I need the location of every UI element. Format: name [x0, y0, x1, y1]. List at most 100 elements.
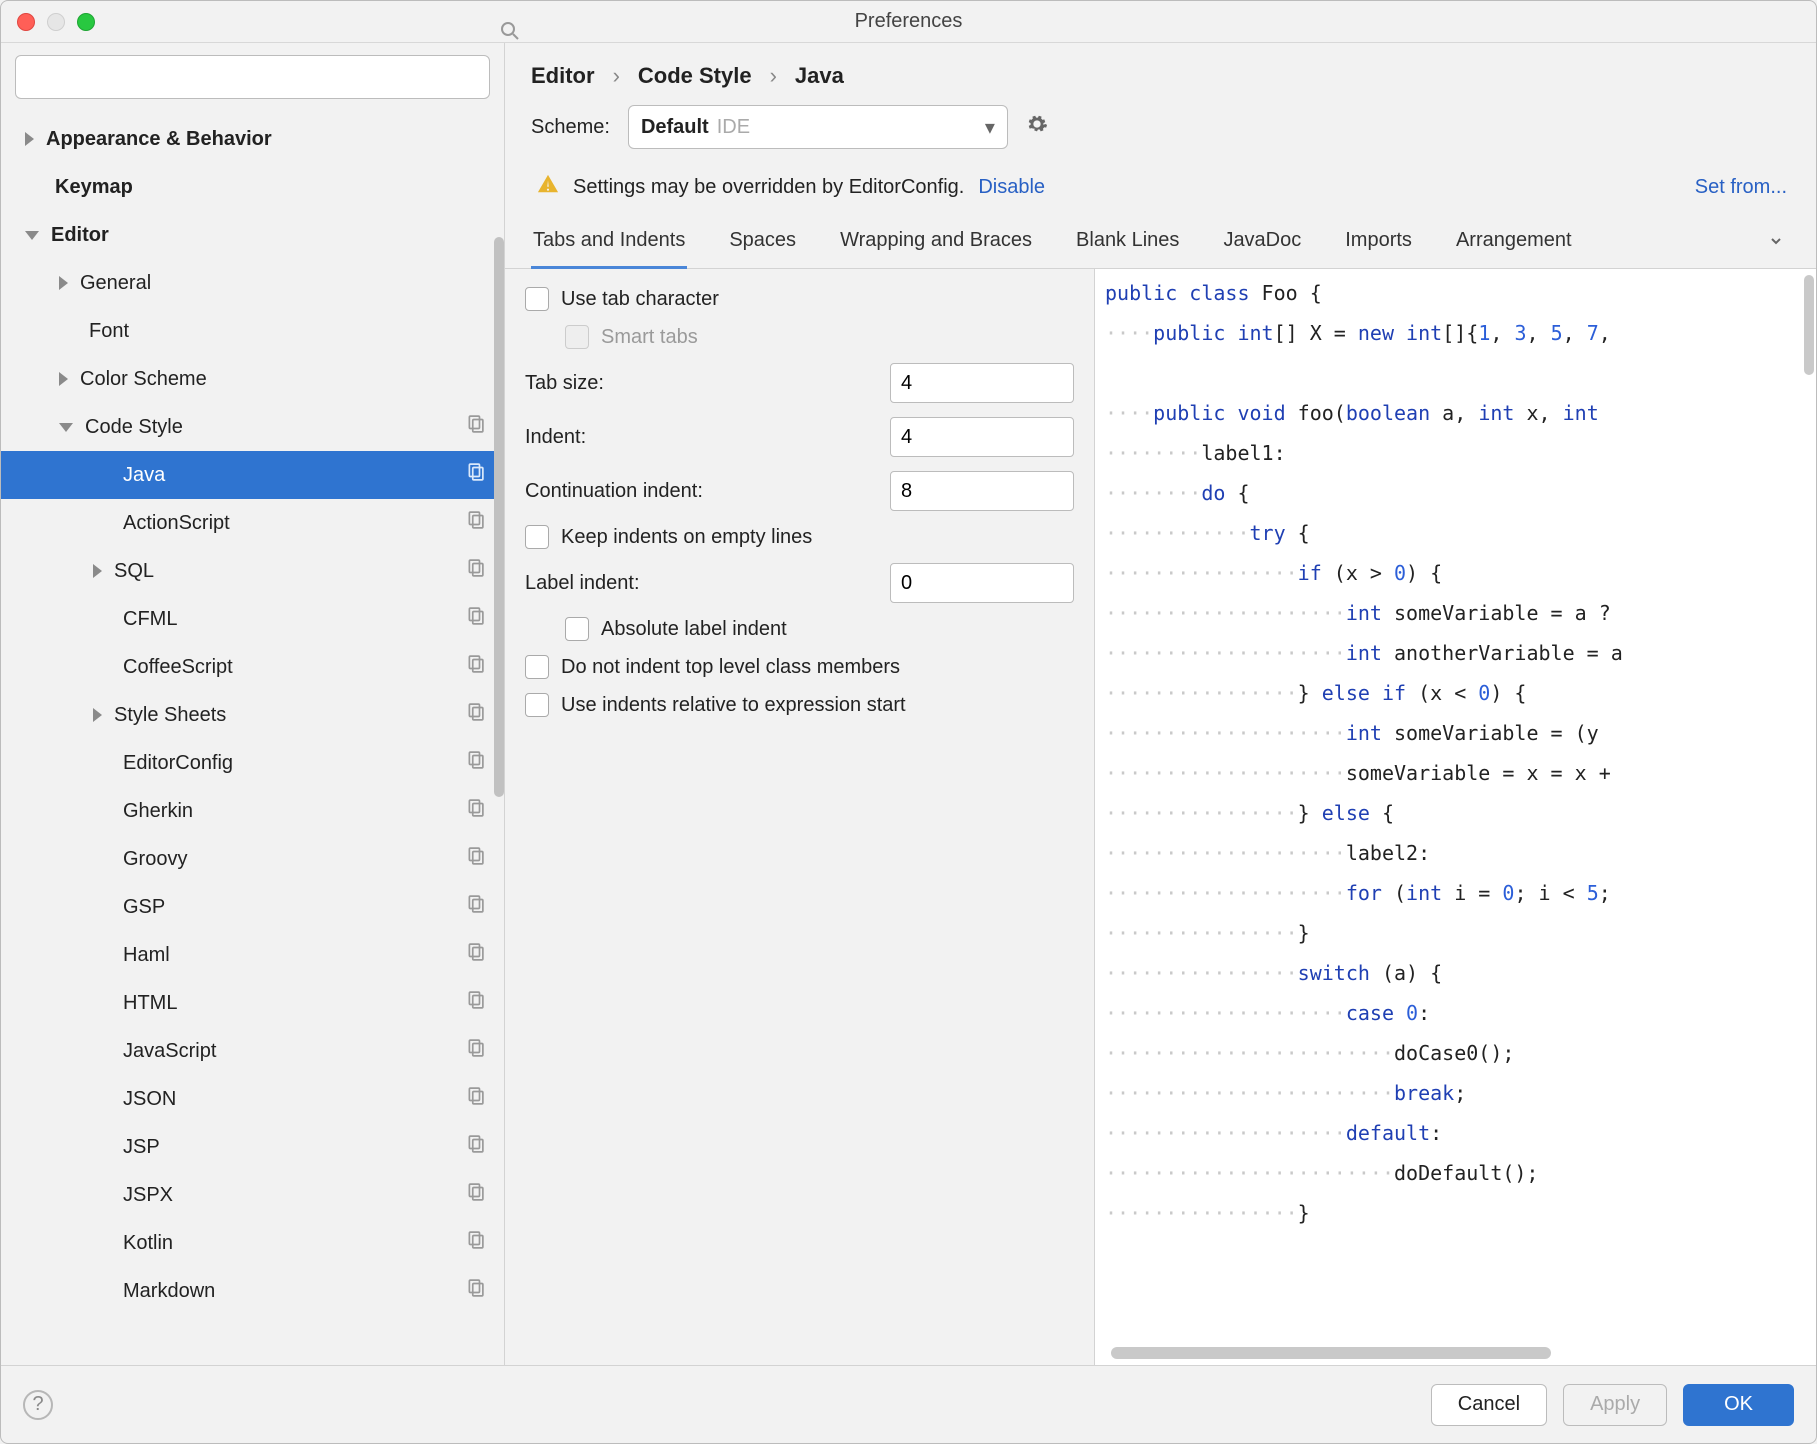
tree-item-label: JSON: [123, 1088, 176, 1111]
tree-item-sql[interactable]: SQL: [1, 547, 504, 595]
scheme-select[interactable]: Default IDE ▾: [628, 105, 1008, 149]
chevron-right-icon: [59, 372, 68, 386]
tree-item-editorconfig[interactable]: EditorConfig: [1, 739, 504, 787]
breadcrumb: Editor › Code Style › Java: [505, 43, 1816, 99]
tab-spaces[interactable]: Spaces: [727, 219, 798, 268]
keep-empty-label: Keep indents on empty lines: [561, 526, 812, 549]
tree-item-actionscript[interactable]: ActionScript: [1, 499, 504, 547]
tree-item-jsp[interactable]: JSP: [1, 1123, 504, 1171]
use-tab-checkbox[interactable]: [525, 287, 549, 311]
settings-tree: Appearance & Behavior Keymap EditorGeneral…: [1, 107, 504, 1365]
tab-size-input[interactable]: [890, 363, 1074, 403]
copy-icon: [466, 655, 484, 679]
tree-item-coffeescript[interactable]: CoffeeScript: [1, 643, 504, 691]
ok-button[interactable]: OK: [1683, 1384, 1794, 1426]
tree-item-appearance-behavior[interactable]: Appearance & Behavior: [1, 115, 504, 163]
tree-item-haml[interactable]: Haml: [1, 931, 504, 979]
no-top-checkbox[interactable]: [525, 655, 549, 679]
tree-item-gherkin[interactable]: Gherkin: [1, 787, 504, 835]
search-icon: [500, 21, 520, 47]
tree-item-json[interactable]: JSON: [1, 1075, 504, 1123]
abs-label-checkbox[interactable]: [565, 617, 589, 641]
tree-item-markdown[interactable]: Markdown: [1, 1267, 504, 1315]
set-from-link[interactable]: Set from...: [1695, 176, 1787, 199]
abs-label-row[interactable]: Absolute label indent: [525, 617, 1074, 641]
disable-link[interactable]: Disable: [978, 176, 1045, 199]
search-input[interactable]: [15, 55, 490, 99]
tree-item-style-sheets[interactable]: Style Sheets: [1, 691, 504, 739]
tab-tabs-and-indents[interactable]: Tabs and Indents: [531, 219, 687, 269]
tree-item-html[interactable]: HTML: [1, 979, 504, 1027]
rel-expr-checkbox[interactable]: [525, 693, 549, 717]
copy-icon: [466, 1231, 484, 1255]
indent-input[interactable]: [890, 417, 1074, 457]
tree-item-java[interactable]: Java: [1, 451, 504, 499]
tab-blank-lines[interactable]: Blank Lines: [1074, 219, 1181, 268]
tabs-indents-form: Use tab character Smart tabs Tab size: I…: [505, 269, 1095, 1365]
label-indent-input[interactable]: [890, 563, 1074, 603]
copy-icon: [466, 895, 484, 919]
copy-icon: [466, 991, 484, 1015]
scheme-label: Scheme:: [531, 116, 610, 139]
tree-item-jspx[interactable]: JSPX: [1, 1171, 504, 1219]
copy-icon: [466, 847, 484, 871]
chevron-down-icon: [25, 231, 39, 240]
use-tab-label: Use tab character: [561, 288, 719, 311]
tree-item-gsp[interactable]: GSP: [1, 883, 504, 931]
crumb-editor: Editor: [531, 63, 595, 89]
label-indent-label: Label indent:: [525, 572, 640, 595]
tab-size-label: Tab size:: [525, 372, 604, 395]
tree-item-label: JSP: [123, 1136, 160, 1159]
tree-item-general[interactable]: General: [1, 259, 504, 307]
tree-item-cfml[interactable]: CFML: [1, 595, 504, 643]
copy-icon: [466, 511, 484, 535]
no-top-row[interactable]: Do not indent top level class members: [525, 655, 1074, 679]
cancel-button[interactable]: Cancel: [1431, 1384, 1547, 1426]
tree-item-color-scheme[interactable]: Color Scheme: [1, 355, 504, 403]
tabs-overflow-icon[interactable]: [1768, 233, 1790, 255]
tree-item-label: Style Sheets: [114, 704, 226, 727]
tree-item-font[interactable]: Font: [1, 307, 504, 355]
keep-empty-row[interactable]: Keep indents on empty lines: [525, 525, 1074, 549]
tree-item-code-style[interactable]: Code Style: [1, 403, 504, 451]
tree-item-editor[interactable]: Editor: [1, 211, 504, 259]
tree-item-label: JavaScript: [123, 1040, 216, 1063]
tab-size-row: Tab size:: [525, 363, 1074, 403]
cont-indent-input[interactable]: [890, 471, 1074, 511]
tab-javadoc[interactable]: JavaDoc: [1221, 219, 1303, 268]
chevron-right-icon: [93, 564, 102, 578]
tree-item-label: Keymap: [55, 176, 133, 199]
minimize-window-button[interactable]: [47, 13, 65, 31]
use-tab-row[interactable]: Use tab character: [525, 287, 1074, 311]
code-v-scrollbar[interactable]: [1804, 275, 1814, 375]
close-window-button[interactable]: [17, 13, 35, 31]
scheme-tag: IDE: [717, 116, 750, 139]
zoom-window-button[interactable]: [77, 13, 95, 31]
smart-tabs-checkbox: [565, 325, 589, 349]
tree-item-label: Gherkin: [123, 800, 193, 823]
indent-row: Indent:: [525, 417, 1074, 457]
tree-item-javascript[interactable]: JavaScript: [1, 1027, 504, 1075]
code-h-scrollbar[interactable]: [1111, 1347, 1800, 1359]
footer: ? Cancel Apply OK: [1, 1365, 1816, 1443]
tab-imports[interactable]: Imports: [1343, 219, 1414, 268]
keep-empty-checkbox[interactable]: [525, 525, 549, 549]
tab-arrangement[interactable]: Arrangement: [1454, 219, 1574, 268]
tab-wrapping-and-braces[interactable]: Wrapping and Braces: [838, 219, 1034, 268]
tree-item-label: Kotlin: [123, 1232, 173, 1255]
tree-item-keymap[interactable]: Keymap: [1, 163, 504, 211]
no-top-label: Do not indent top level class members: [561, 656, 900, 679]
tree-item-kotlin[interactable]: Kotlin: [1, 1219, 504, 1267]
tree-item-label: CoffeeScript: [123, 656, 233, 679]
smart-tabs-row: Smart tabs: [525, 325, 1074, 349]
tree-item-groovy[interactable]: Groovy: [1, 835, 504, 883]
gear-icon[interactable]: [1026, 113, 1048, 141]
sidebar-scrollbar[interactable]: [494, 237, 504, 797]
help-button[interactable]: ?: [23, 1390, 53, 1420]
abs-label-label: Absolute label indent: [601, 618, 787, 641]
crumb-java: Java: [795, 63, 844, 89]
search-wrap: [1, 43, 504, 107]
scheme-value: Default: [641, 116, 709, 139]
rel-expr-row[interactable]: Use indents relative to expression start: [525, 693, 1074, 717]
indent-label: Indent:: [525, 426, 586, 449]
